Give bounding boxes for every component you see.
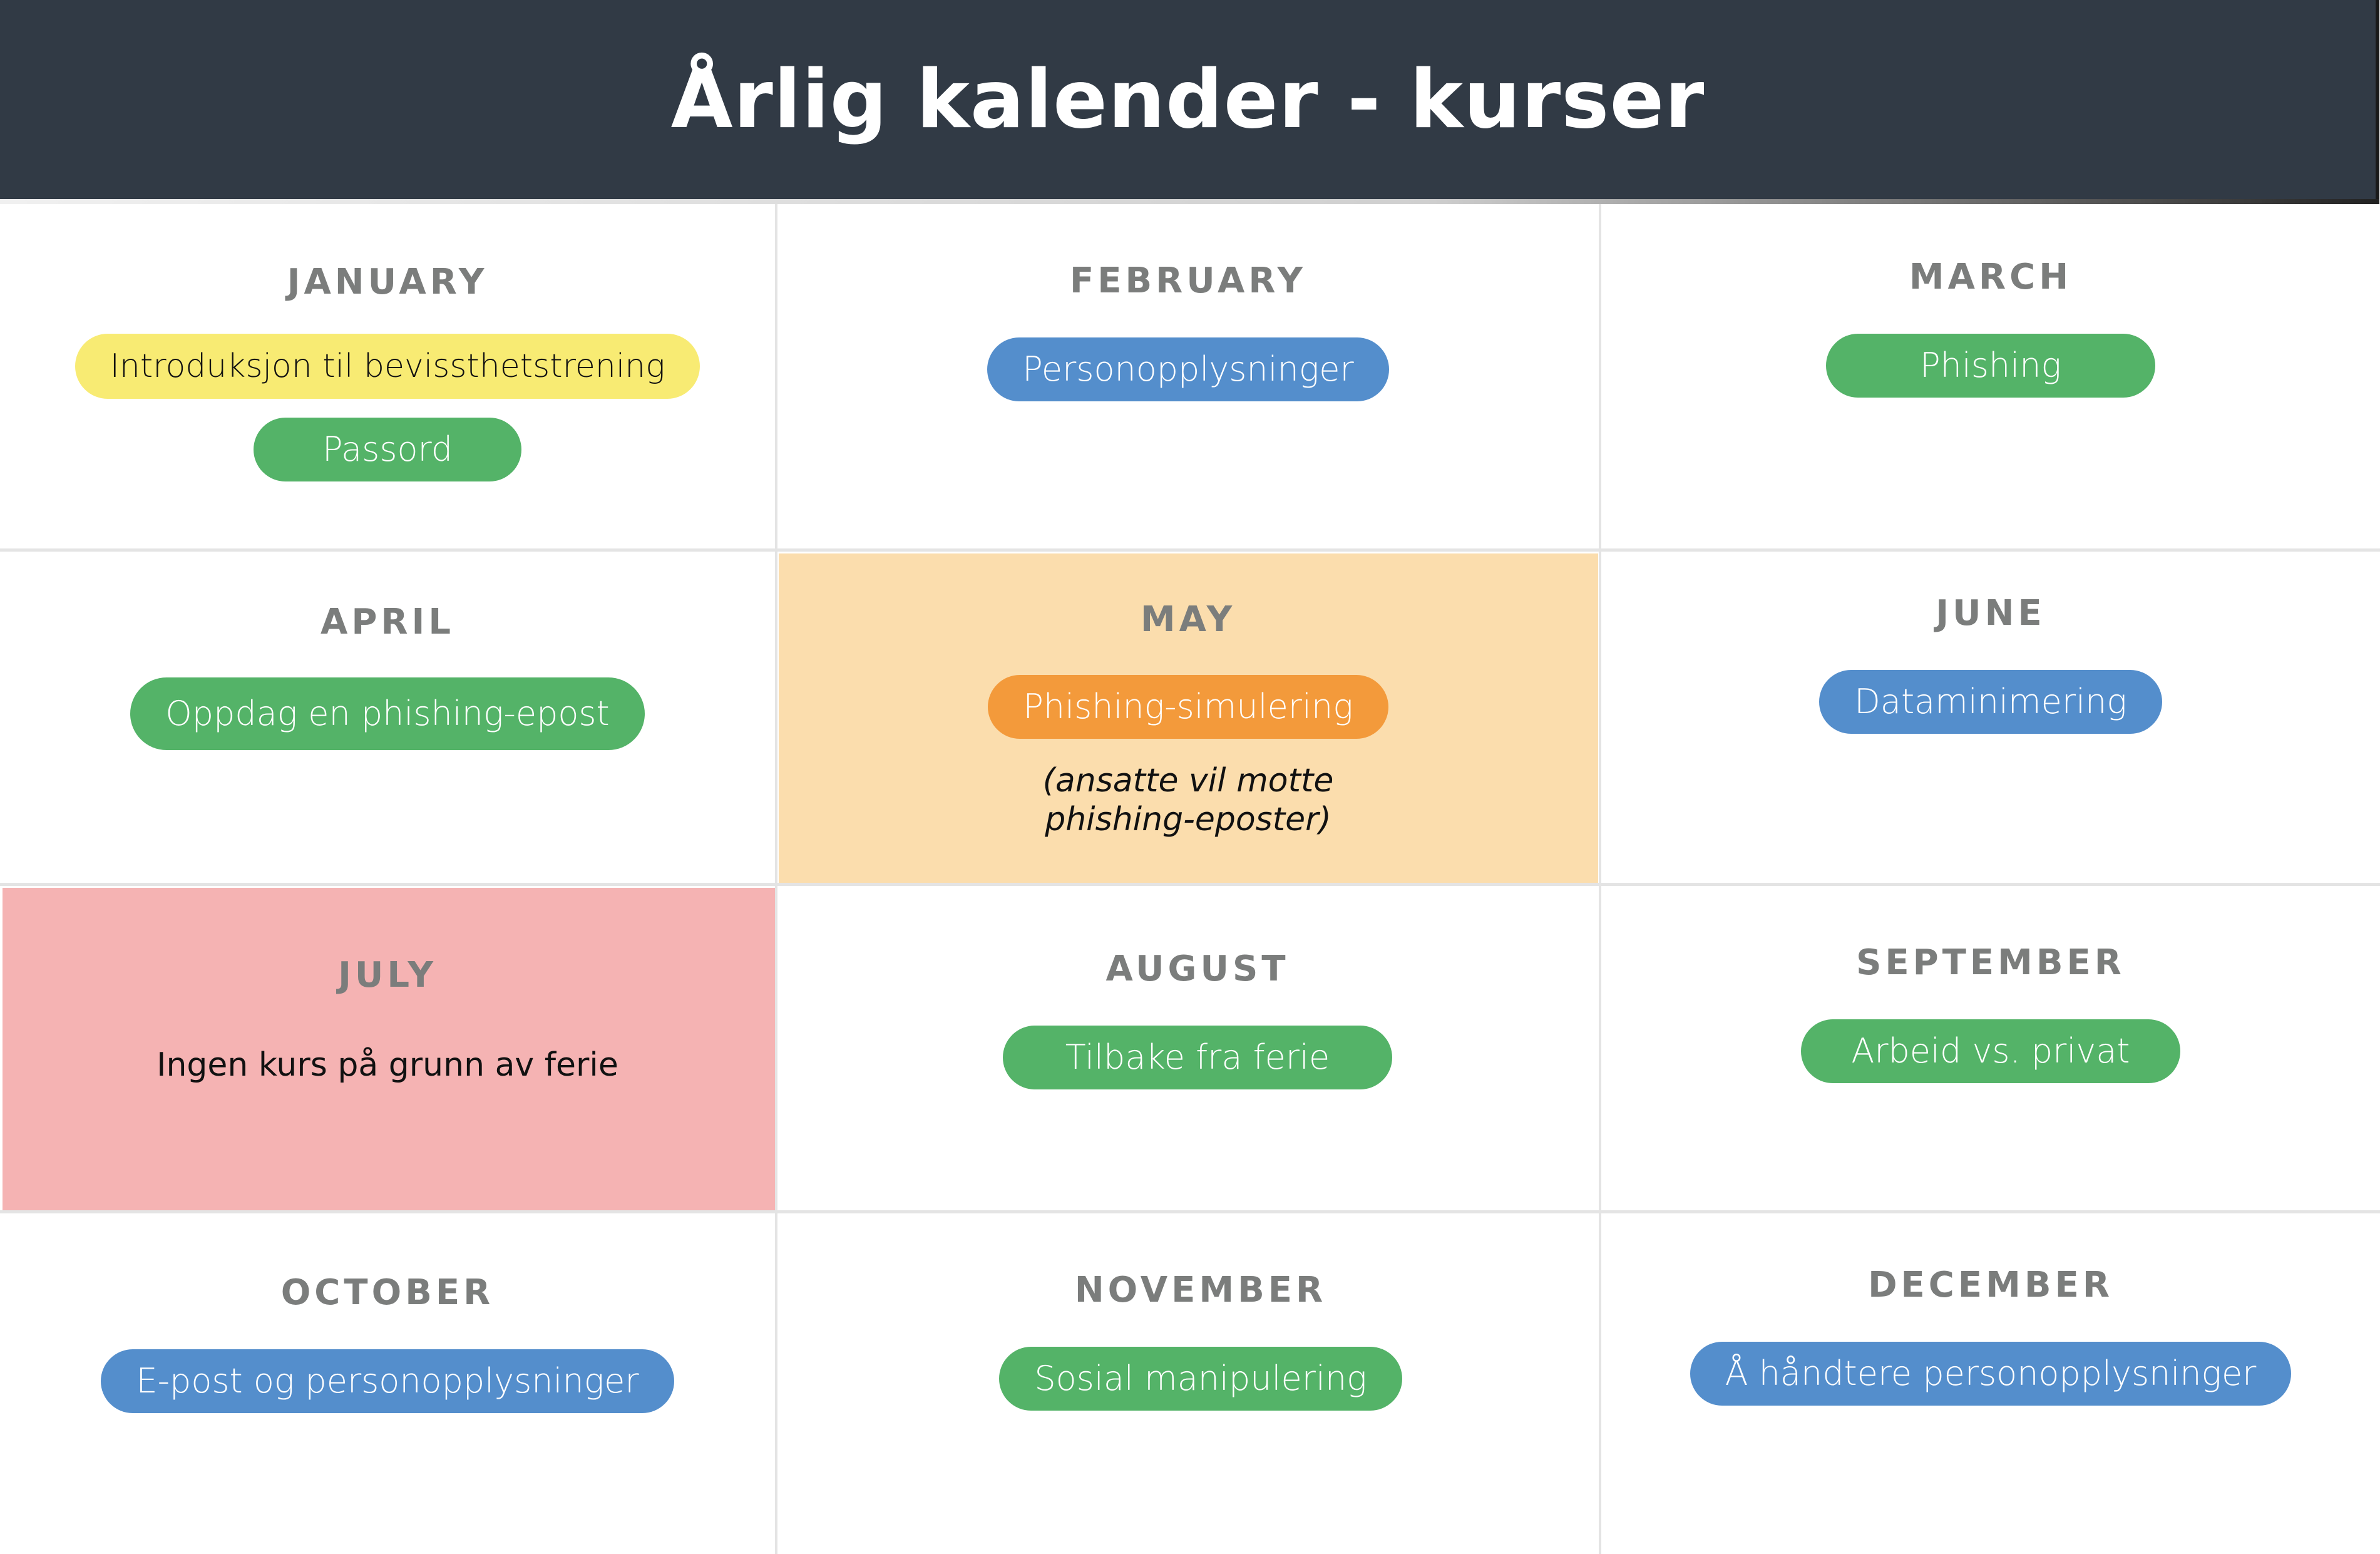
course-note: (ansatte vil motte phishing-eposter) [1042,762,1334,838]
course-pill: Phishing-simulering [988,675,1388,739]
month-cell-july: JULY Ingen kurs på grunn av ferie [0,886,775,1210]
course-pill: Arbeid vs. privat [1801,1019,2180,1083]
month-cell-november: NOVEMBER Sosial manipulering [777,1213,1599,1554]
month-cell-february: FEBRUARY Personopplysninger [777,204,1599,548]
month-label: SEPTEMBER [1856,942,2125,983]
month-cell-august: AUGUST Tilbake fra ferie [777,886,1599,1210]
month-label: DECEMBER [1868,1265,2113,1305]
month-label: JULY [338,955,437,996]
month-label: NOVEMBER [1074,1270,1327,1310]
course-note: Ingen kurs på grunn av ferie [156,1046,618,1084]
month-label: APRIL [320,602,455,642]
course-pill: Sosial manipulering [999,1347,1402,1411]
month-cell-may: MAY Phishing-simulering (ansatte vil mot… [777,552,1599,883]
month-label: JANUARY [287,262,488,302]
month-label: MARCH [1909,257,2073,297]
month-label: MAY [1140,599,1236,640]
course-pill: Oppdag en phishing-epost [130,677,645,750]
month-cell-october: OCTOBER E-post og personopplysninger [0,1213,775,1554]
month-cell-june: JUNE Dataminimering [1601,552,2380,883]
course-pill: Passord [253,418,522,481]
course-pill: Personopplysninger [987,337,1389,401]
month-cell-september: SEPTEMBER Arbeid vs. privat [1601,886,2380,1210]
month-label: OCTOBER [280,1272,495,1313]
page-title: Årlig kalender - kurser [670,53,1705,147]
month-cell-april: APRIL Oppdag en phishing-epost [0,552,775,883]
course-pill: Dataminimering [1819,670,2162,734]
course-pill: Tilbake fra ferie [1002,1026,1393,1089]
course-pill: E-post og personopplysninger [101,1349,674,1413]
course-pill: Å håndtere personopplysninger [1690,1342,2292,1406]
month-cell-march: MARCH Phishing [1601,204,2380,548]
course-pill: Introduksjon til bevissthetstrening [74,334,700,399]
month-cell-january: JANUARY Introduksjon til bevissthetstren… [0,204,775,548]
month-label: JUNE [1936,593,2046,634]
month-label: AUGUST [1105,949,1290,989]
calendar-header: Årlig kalender - kurser [0,0,2379,204]
course-pill: Phishing [1826,334,2155,398]
month-cell-december: DECEMBER Å håndtere personopplysninger [1601,1213,2380,1554]
month-label: FEBRUARY [1069,260,1306,301]
